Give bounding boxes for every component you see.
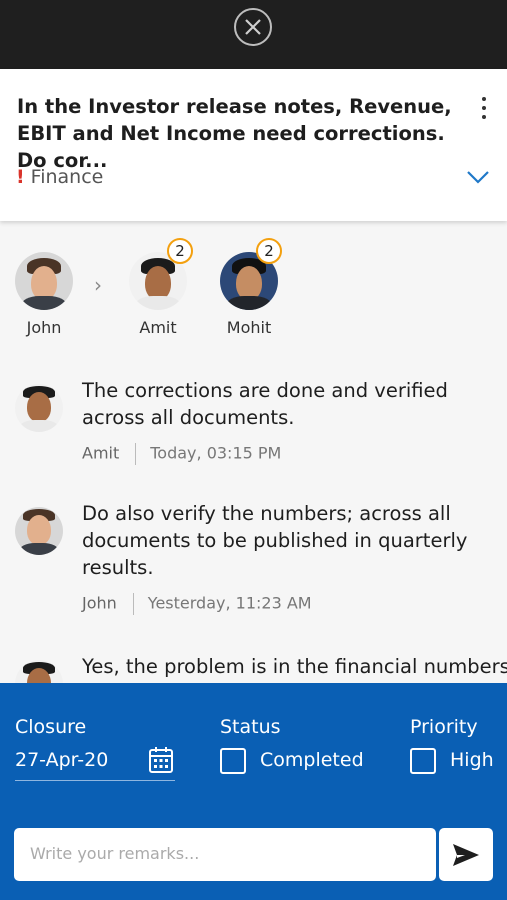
close-icon [245,19,261,35]
priority-label: Priority [410,716,478,738]
message-author: John [82,593,117,613]
task-card[interactable]: In the Investor release notes, Revenue, … [0,69,507,221]
chevron-right-icon: › [94,273,102,297]
message-time: Today, 03:15 PM [150,443,282,463]
avatar [15,384,63,432]
date-underline [15,780,175,781]
remarks-input[interactable]: Write your remarks... [14,828,436,881]
status-label: Status [220,716,281,738]
calendar-icon[interactable] [148,746,174,774]
participant-name: John [26,318,62,337]
message-text: Do also verify the numbers; across all d… [82,502,468,579]
participant-name: Mohit [226,318,272,337]
status-checkbox[interactable] [220,748,246,774]
close-button[interactable] [234,8,272,46]
participant-name: Amit [139,318,177,337]
priority-checkbox[interactable] [410,748,436,774]
closure-date-field[interactable]: 27-Apr-20 [15,749,108,771]
message-text: The corrections are done and verified ac… [82,379,448,429]
status-option-label: Completed [260,749,364,771]
more-options-icon[interactable] [475,95,493,121]
participant-mohit[interactable]: Mohit [209,252,289,337]
send-icon [453,844,479,866]
priority-option-label: High [450,749,494,771]
message-author: Amit [82,443,120,463]
priority-marker: ! [16,166,25,188]
action-panel: Closure 27-Apr-20 Status Completed Prior… [0,683,507,900]
message-time: Yesterday, 11:23 AM [147,593,312,613]
task-category: ! Finance [16,166,103,188]
top-bar [0,0,507,69]
closure-label: Closure [15,716,87,738]
message-text: Yes, the problem is in the financial num… [82,655,507,678]
message-meta: John Yesterday, 11:23 AM [82,593,312,615]
task-title: In the Investor release notes, Revenue, … [17,95,452,172]
avatar [15,507,63,555]
avatar [15,252,73,310]
message-meta: Amit Today, 03:15 PM [82,443,281,465]
participant-john[interactable]: John [4,252,84,337]
send-button[interactable] [439,828,493,881]
chevron-down-icon[interactable] [466,169,490,185]
category-label: Finance [30,166,104,188]
unread-badge: 2 [256,238,282,264]
unread-badge: 2 [167,238,193,264]
participant-amit[interactable]: Amit [118,252,198,337]
